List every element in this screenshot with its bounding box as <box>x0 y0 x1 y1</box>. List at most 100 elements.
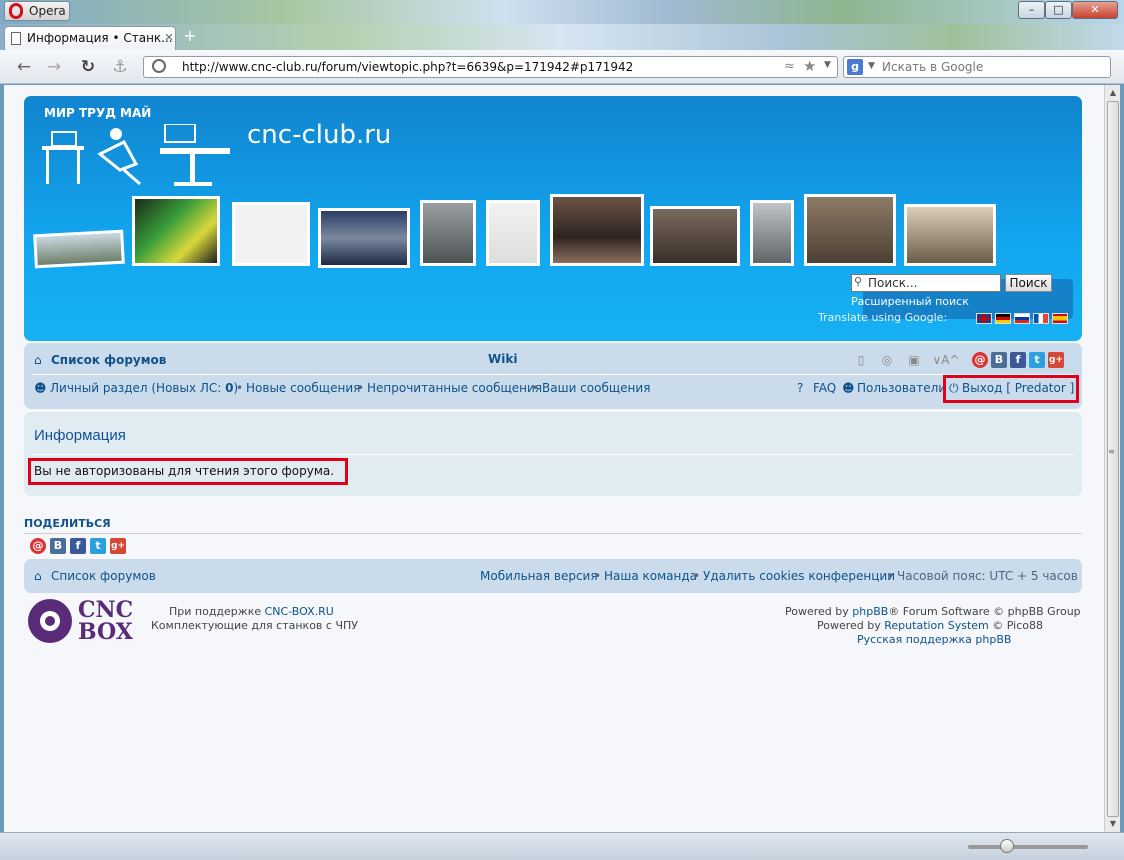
gear-icon-hub <box>45 616 55 626</box>
sep-3: • <box>532 381 540 395</box>
rss-icon[interactable]: ≈ <box>784 59 795 74</box>
browser-search-field[interactable]: g ▼ Искать в Google <box>843 56 1111 78</box>
globe-icon <box>152 59 166 73</box>
flag-ru-icon[interactable] <box>1014 313 1030 324</box>
flag-fr-icon[interactable] <box>1033 313 1049 324</box>
cnc-box-link[interactable]: CNC-BOX.RU <box>265 605 334 618</box>
banner-photo-11[interactable] <box>904 204 996 266</box>
share-mail-icon[interactable]: @ <box>972 352 988 368</box>
vk-icon[interactable]: B <box>991 352 1007 368</box>
russian-support-link[interactable]: Русская поддержка phpBB <box>857 633 1011 646</box>
cnc-box-logo[interactable]: CNC BOX <box>28 599 144 643</box>
banner-photo-10[interactable] <box>804 194 896 266</box>
banner-photo-6[interactable] <box>486 200 540 266</box>
support-prefix: При поддержке <box>169 605 265 618</box>
opera-menu-button[interactable]: Opera <box>4 1 70 21</box>
zoom-slider-knob[interactable] <box>1000 839 1014 853</box>
banner-photo-3[interactable] <box>232 202 310 266</box>
faq-link[interactable]: FAQ <box>813 381 836 395</box>
info-panel: Информация Вы не авторизованы для чтения… <box>24 412 1082 496</box>
scrollbar-thumb[interactable] <box>1107 101 1119 817</box>
sep-f2: • <box>693 569 701 583</box>
forum-search-input[interactable]: Поиск... <box>851 274 1001 292</box>
unread-posts-link[interactable]: Непрочитанные сообщения <box>367 381 542 395</box>
scroll-down-icon[interactable]: ▼ <box>1105 816 1121 832</box>
browser-toolbar: ← → ↻ ⚓ http://www.cnc-club.ru/forum/vie… <box>0 50 1124 84</box>
site-slogan: МИР ТРУД МАЙ <box>44 106 152 120</box>
zoom-slider-track[interactable] <box>968 845 1088 849</box>
private-section-link[interactable]: Личный раздел (Новых ЛС: 0) <box>50 381 238 395</box>
wiki-link[interactable]: Wiki <box>488 352 517 366</box>
phpbb-link[interactable]: phpBB <box>852 605 888 618</box>
mascot-illustration[interactable] <box>40 124 230 188</box>
image-icon[interactable]: ▣ <box>906 352 922 368</box>
footer-forum-index-link[interactable]: Список форумов <box>51 569 156 583</box>
page-icon <box>11 32 21 45</box>
new-tab-icon[interactable]: + <box>181 28 199 46</box>
team-link[interactable]: Наша команда <box>604 569 697 583</box>
window-titlebar: Opera – □ ✕ <box>0 0 1124 24</box>
address-bar[interactable]: http://www.cnc-club.ru/forum/viewtopic.p… <box>143 56 838 78</box>
advanced-search-link[interactable]: Расширенный поиск <box>851 295 969 308</box>
banner-photo-2[interactable] <box>132 196 220 266</box>
banner-photo-5[interactable] <box>420 200 476 266</box>
reload-icon[interactable]: ↻ <box>78 57 98 77</box>
forum-index-link[interactable]: Список форумов <box>51 353 166 367</box>
banner-photo-7[interactable] <box>550 194 644 266</box>
close-window-button[interactable]: ✕ <box>1072 1 1118 19</box>
forward-icon[interactable]: → <box>44 57 64 77</box>
banner-photo-1[interactable] <box>33 229 125 269</box>
info-divider <box>32 454 1074 455</box>
share-mail-icon[interactable]: @ <box>30 538 46 554</box>
twitter-icon[interactable]: t <box>90 538 106 554</box>
flag-uk-icon[interactable] <box>976 313 992 324</box>
maximize-button[interactable]: □ <box>1045 1 1072 19</box>
mobile-version-link[interactable]: Мобильная версия <box>480 569 598 583</box>
faq-icon: ? <box>797 381 804 395</box>
bookmark-star-icon[interactable]: ★ <box>803 57 816 75</box>
members-link[interactable]: Пользователи <box>857 381 946 395</box>
twitter-icon[interactable]: t <box>1029 352 1045 368</box>
flag-es-icon[interactable] <box>1052 313 1068 324</box>
address-dropdown-icon[interactable]: ▼ <box>824 60 831 70</box>
delete-cookies-link[interactable]: Удалить cookies конференции <box>703 569 895 583</box>
scroll-up-icon[interactable]: ▲ <box>1105 85 1121 101</box>
search-engine-dropdown-icon[interactable]: ▼ <box>868 61 875 71</box>
banner-photo-9[interactable] <box>750 200 794 266</box>
logout-link[interactable]: Выход [ Predator ] <box>962 381 1074 395</box>
sep-2: • <box>357 381 365 395</box>
facebook-icon[interactable]: f <box>1010 352 1026 368</box>
powered-suffix: ® Forum Software © phpBB Group <box>888 605 1081 618</box>
scroll-grip-icon: ≡ <box>1108 447 1115 456</box>
tab-close-icon[interactable]: ✕ <box>163 32 175 44</box>
your-posts-link[interactable]: Ваши сообщения <box>542 381 650 395</box>
tab-active[interactable]: Информация • Станк... ✕ <box>4 26 176 50</box>
address-url[interactable]: http://www.cnc-club.ru/forum/viewtopic.p… <box>182 60 633 74</box>
google-plus-icon[interactable]: g+ <box>110 538 126 554</box>
banner-photo-4[interactable] <box>318 208 410 268</box>
google-plus-icon[interactable]: g+ <box>1048 352 1064 368</box>
banner-photo-8[interactable] <box>650 206 740 266</box>
forum-search-button[interactable]: Поиск <box>1005 274 1052 292</box>
flag-de-icon[interactable] <box>995 313 1011 324</box>
opera-logo-icon <box>9 3 23 19</box>
status-bar <box>0 832 1124 860</box>
info-message: Вы не авторизованы для чтения этого фору… <box>34 464 335 478</box>
navbar-divider <box>32 374 1074 375</box>
reputation-link[interactable]: Reputation System <box>884 619 989 632</box>
font-size-icon[interactable]: ∨A^ <box>930 352 962 368</box>
key-icon[interactable]: ⚓ <box>110 57 130 77</box>
minimize-button[interactable]: – <box>1018 1 1045 19</box>
vertical-scrollbar[interactable]: ▲ ≡ ▼ <box>1104 85 1120 832</box>
vk-icon[interactable]: B <box>50 538 66 554</box>
facebook-icon[interactable]: f <box>70 538 86 554</box>
google-icon[interactable]: g <box>847 59 863 75</box>
new-posts-link[interactable]: Новые сообщения <box>246 381 360 395</box>
site-title[interactable]: cnc-club.ru <box>247 120 391 150</box>
tab-bar: Информация • Станк... ✕ + <box>0 24 1124 50</box>
mobile-icon[interactable]: ▯ <box>853 352 869 368</box>
share-divider <box>24 533 1082 534</box>
rss-feed-icon[interactable]: ◎ <box>879 352 895 368</box>
info-title: Информация <box>34 427 126 444</box>
back-icon[interactable]: ← <box>14 57 34 77</box>
